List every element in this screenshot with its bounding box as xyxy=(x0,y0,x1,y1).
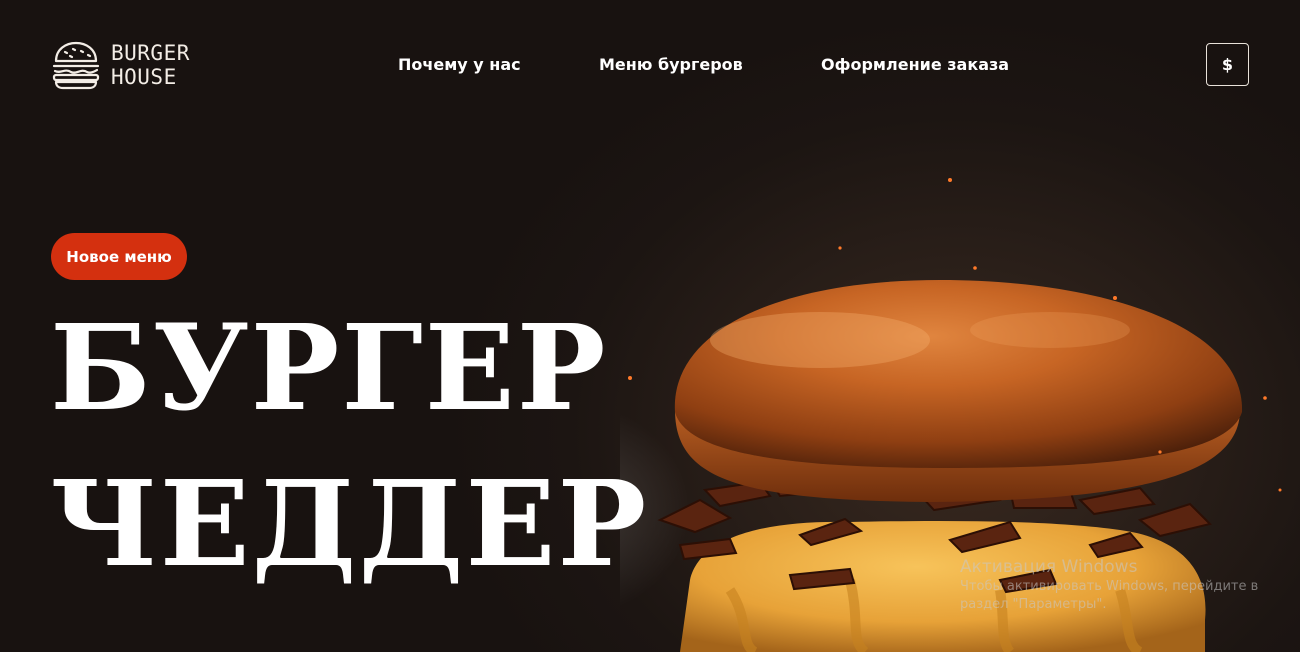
new-menu-badge: Новое меню xyxy=(51,233,187,280)
currency-button[interactable]: $ xyxy=(1206,43,1249,86)
watermark-title: Активация Windows xyxy=(960,557,1138,577)
windows-activation-watermark: Активация Windows Чтобы активировать Win… xyxy=(960,556,1270,614)
nav-link-burger-menu[interactable]: Меню бургеров xyxy=(599,55,743,74)
hero-title-line-1: БУРГЕР xyxy=(50,298,608,437)
main-nav: Почему у нас Меню бургеров Оформление за… xyxy=(0,55,1300,79)
nav-link-why-us[interactable]: Почему у нас xyxy=(398,55,521,74)
nav-link-checkout[interactable]: Оформление заказа xyxy=(821,55,1009,74)
site-header: BURGER HOUSE Почему у нас Меню бургеров … xyxy=(0,0,1300,130)
watermark-subtitle: Чтобы активировать Windows, перейдите в … xyxy=(960,579,1259,612)
hero-title-line-2: ЧЕДДЕР xyxy=(50,454,649,593)
hero-title: БУРГЕР ЧЕДДЕР xyxy=(50,290,648,602)
landing-page: BURGER HOUSE Почему у нас Меню бургеров … xyxy=(0,0,1300,652)
